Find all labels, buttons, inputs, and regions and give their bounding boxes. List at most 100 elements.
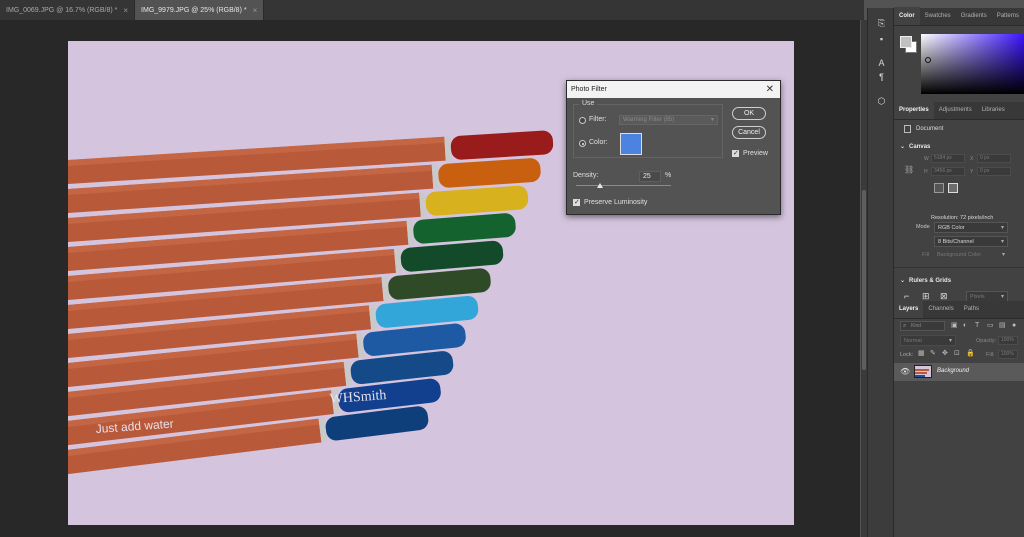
right-panels: Color Swatches Gradients Patterns Proper… xyxy=(893,7,1024,537)
layer-filter-row: ⌕ Kind ▣ ◐ T ▭ ▤ ● xyxy=(894,319,1024,334)
ok-button[interactable]: OK xyxy=(732,107,766,120)
chevron-down-icon: ⌄ xyxy=(900,144,906,150)
cancel-button[interactable]: Cancel xyxy=(732,126,766,139)
tab-color[interactable]: Color xyxy=(894,7,920,25)
fill-row: Fill Background Color xyxy=(894,249,1024,263)
filter-option-label[interactable]: Filter: xyxy=(589,116,607,123)
canvas-section-header[interactable]: ⌄ Canvas xyxy=(894,138,1024,153)
use-group-label: Use xyxy=(579,100,598,107)
blend-mode-select[interactable]: Normal xyxy=(900,335,956,346)
document-icon xyxy=(904,125,911,133)
chevron-down-icon: ⌄ xyxy=(900,278,906,284)
lock-artboard-icon[interactable]: ⊡ xyxy=(954,350,960,358)
color-spectrum-field[interactable] xyxy=(921,34,1024,94)
lock-transparent-icon[interactable]: ▦ xyxy=(918,350,925,358)
lock-move-icon[interactable]: ✥ xyxy=(942,350,948,358)
height-field[interactable]: 3456 px xyxy=(931,167,965,176)
tab-libraries[interactable]: Libraries xyxy=(977,101,1010,119)
landscape-orientation-icon[interactable] xyxy=(948,183,958,193)
close-icon[interactable]: × xyxy=(253,6,258,15)
dialog-title: Photo Filter xyxy=(571,86,607,93)
rulers-grids-section-header[interactable]: ⌄ Rulers & Grids xyxy=(894,272,1024,287)
tab-paths[interactable]: Paths xyxy=(959,300,984,318)
density-field[interactable]: 25 xyxy=(639,171,661,182)
document-row: Document xyxy=(894,120,1024,138)
x-field[interactable]: 0 px xyxy=(977,154,1011,163)
foreground-background-swatch[interactable] xyxy=(900,36,918,54)
character-icon[interactable]: A xyxy=(876,58,887,69)
pencil-cap xyxy=(325,406,429,441)
density-slider-thumb[interactable] xyxy=(596,183,603,188)
resolution-text: Resolution: 72 pixels/inch xyxy=(931,215,994,221)
adjustment-filter-icon[interactable]: ◐ xyxy=(963,322,967,330)
tab-channels[interactable]: Channels xyxy=(923,300,958,318)
tab-layers[interactable]: Layers xyxy=(894,300,924,318)
lock-label: Lock: xyxy=(900,352,914,358)
tab-label: IMG_0069.JPG @ 16.7% (RGB/8) * xyxy=(6,6,118,14)
thumb-pencil xyxy=(915,369,929,371)
portrait-orientation-icon[interactable] xyxy=(934,183,944,193)
preview-checkbox[interactable] xyxy=(732,149,739,157)
opacity-label: Opacity: xyxy=(976,338,997,344)
tab-swatches[interactable]: Swatches xyxy=(920,7,956,25)
tab-adjustments[interactable]: Adjustments xyxy=(934,101,977,119)
history-icon[interactable]: ⎘ xyxy=(876,18,887,29)
fill-select[interactable]: Background Color xyxy=(934,250,1008,261)
color-mode-select[interactable]: RGB Color xyxy=(934,222,1008,233)
filter-preset-select[interactable]: Warming Filter (85) xyxy=(619,115,718,125)
bit-depth-select[interactable]: 8 Bits/Channel xyxy=(934,236,1008,247)
preserve-luminosity-checkbox[interactable] xyxy=(573,198,580,206)
scrollbar-thumb[interactable] xyxy=(862,190,866,370)
close-icon[interactable]: ✕ xyxy=(766,84,774,95)
tab-gradients[interactable]: Gradients xyxy=(956,7,992,25)
tab-properties[interactable]: Properties xyxy=(894,101,934,119)
opacity-field[interactable]: 100% xyxy=(998,336,1018,345)
filter-toggle-icon[interactable]: ● xyxy=(1012,322,1016,330)
layer-kind-filter[interactable]: ⌕ Kind xyxy=(900,321,945,331)
shape-filter-icon[interactable]: ▭ xyxy=(987,322,994,330)
document-tab-img-9979[interactable]: IMG_9979.JPG @ 25% (RGB/8) * × xyxy=(135,0,265,20)
width-field[interactable]: 5184 px xyxy=(931,154,965,163)
visibility-eye-icon[interactable]: 👁 xyxy=(900,367,910,376)
y-label: Y xyxy=(970,169,974,175)
pencil-cap xyxy=(450,130,554,160)
y-field[interactable]: 0 px xyxy=(977,167,1011,176)
layer-name[interactable]: Background xyxy=(937,368,969,374)
close-icon[interactable]: × xyxy=(123,6,128,15)
preserve-luminosity-label[interactable]: Preserve Luminosity xyxy=(584,199,647,206)
lock-brush-icon[interactable]: ✎ xyxy=(930,350,936,358)
layer-row-background[interactable]: 👁 Background xyxy=(894,363,1024,381)
pencil-cap xyxy=(438,158,541,188)
divider xyxy=(894,267,1024,268)
link-icon[interactable]: ⛓ xyxy=(904,165,914,174)
pencil-cap xyxy=(388,268,491,300)
pencil-cap xyxy=(350,351,454,385)
color-option-label[interactable]: Color: xyxy=(589,139,608,146)
foreground-color-swatch[interactable] xyxy=(900,36,912,48)
lock-all-icon[interactable]: 🔒 xyxy=(966,350,975,358)
pencil-cap xyxy=(413,213,516,244)
dialog-titlebar[interactable]: Photo Filter ✕ xyxy=(567,81,780,98)
filter-color-swatch[interactable] xyxy=(620,133,642,155)
type-filter-icon[interactable]: T xyxy=(975,322,979,330)
fill-opacity-label: Fill: xyxy=(986,352,995,358)
kind-label: Kind xyxy=(911,323,922,329)
comment-icon[interactable]: ▪ xyxy=(876,34,887,45)
pixel-filter-icon[interactable]: ▣ xyxy=(951,322,958,330)
layers-panel: Layers Channels Paths ⌕ Kind ▣ ◐ T ▭ ▤ ●… xyxy=(894,300,1024,381)
document-tab-img-0069[interactable]: IMG_0069.JPG @ 16.7% (RGB/8) * × xyxy=(0,0,136,20)
paragraph-icon[interactable]: ¶ xyxy=(876,72,887,83)
tab-patterns[interactable]: Patterns xyxy=(992,7,1024,25)
3d-cube-icon[interactable]: ⬡ xyxy=(876,96,887,107)
filter-radio[interactable] xyxy=(579,117,586,124)
fill-opacity-field[interactable]: 100% xyxy=(998,350,1018,359)
photo-filter-dialog: Photo Filter ✕ Use Filter: Warming Filte… xyxy=(566,80,781,215)
preview-label[interactable]: Preview xyxy=(743,150,768,157)
density-slider-track[interactable] xyxy=(576,185,671,186)
smart-object-filter-icon[interactable]: ▤ xyxy=(999,322,1006,330)
mode-row: Mode RGB Color xyxy=(894,221,1024,235)
document-label: Document xyxy=(916,126,944,132)
color-picker-ring[interactable] xyxy=(925,57,931,63)
tab-label: IMG_9979.JPG @ 25% (RGB/8) * xyxy=(141,6,247,14)
color-radio[interactable] xyxy=(579,140,586,147)
